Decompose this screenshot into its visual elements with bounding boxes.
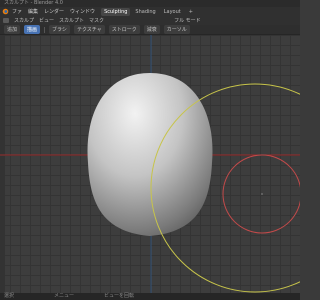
menu-sculpt[interactable]: スカルプト	[59, 17, 84, 24]
menu-file[interactable]: ファ	[12, 8, 22, 15]
status-bar: 選択 メニュー ビューを回転	[0, 293, 300, 300]
status-rotate-view: ビューを回転	[104, 293, 135, 299]
menu-mask[interactable]: マスク	[89, 17, 104, 24]
sculpt-mesh-object[interactable]	[87, 73, 213, 236]
add-workspace-button[interactable]: +	[186, 8, 196, 16]
sculpt-mode-icon[interactable]	[3, 18, 9, 23]
window-titlebar: スカルプト - Blender 4.0	[0, 0, 300, 7]
brush-dropdown[interactable]: ブラシ	[49, 25, 70, 34]
stroke-dropdown[interactable]: ストローク	[108, 25, 140, 34]
status-select: 選択	[4, 293, 15, 299]
tab-sculpting[interactable]: Sculpting	[101, 7, 131, 16]
viewport-canvas[interactable]	[0, 35, 300, 293]
blender-logo-icon[interactable]	[2, 8, 9, 15]
tool-settings-bar: 追加 描画 ブラシ テクスチャ ストローク 減衰 カーソル	[0, 25, 300, 35]
brush-center-dot	[261, 193, 263, 195]
window-title: スカルプト - Blender 4.0	[4, 0, 63, 6]
brush-draw-button[interactable]: 描画	[24, 25, 41, 34]
mode-select[interactable]: スカルプ	[14, 17, 34, 24]
overlay-toggle[interactable]: フル モード	[174, 17, 201, 24]
menu-edit[interactable]: 編集	[28, 8, 38, 15]
3d-viewport[interactable]	[0, 35, 300, 293]
brush-add-button[interactable]: 追加	[4, 25, 21, 34]
menu-window[interactable]: ウィンドウ	[70, 8, 95, 15]
falloff-dropdown[interactable]: 減衰	[143, 25, 160, 34]
status-menu: メニュー	[54, 293, 75, 299]
menu-view[interactable]: ビュー	[39, 17, 54, 24]
top-menubar: ファ 編集 レンダー ウィンドウ Sculpting Shading Layou…	[0, 7, 300, 16]
toolbar-divider	[44, 26, 46, 33]
cursor-dropdown[interactable]: カーソル	[163, 25, 190, 34]
texture-dropdown[interactable]: テクスチャ	[73, 25, 105, 34]
tab-layout[interactable]: Layout	[161, 8, 184, 16]
viewport-header: スカルプ ビュー スカルプト マスク フル モード	[0, 16, 300, 25]
tab-shading[interactable]: Shading	[132, 8, 158, 16]
menu-render[interactable]: レンダー	[44, 8, 64, 15]
